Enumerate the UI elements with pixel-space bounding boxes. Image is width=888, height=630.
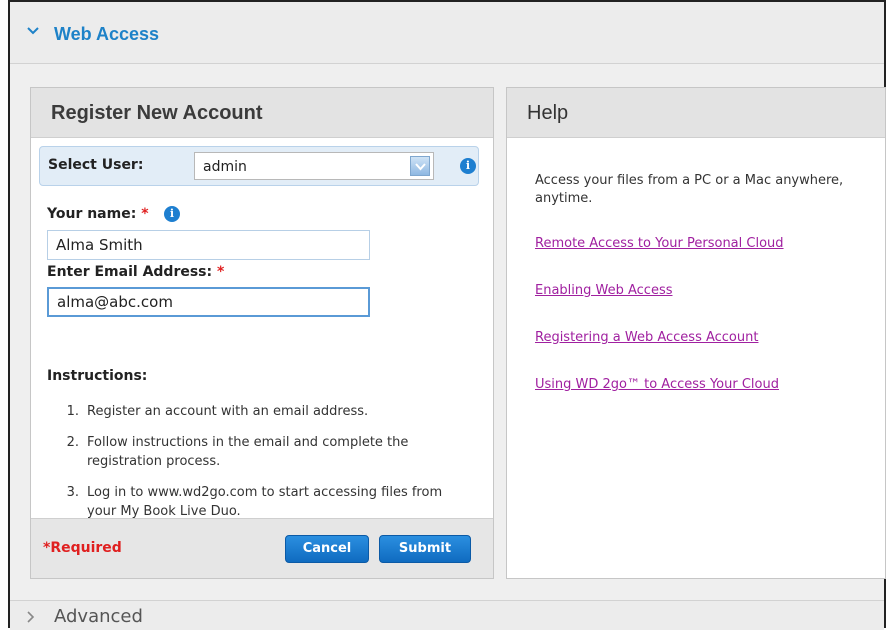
name-label-text: Your name: [47, 206, 137, 222]
advanced-title: Advanced [54, 606, 143, 627]
select-user-label: Select User: [48, 157, 144, 173]
dropdown-arrow-button[interactable] [410, 156, 430, 176]
list-text: Log in to www.wd2go.com to start accessi… [87, 485, 443, 519]
info-icon[interactable]: i [460, 158, 476, 174]
name-input[interactable] [47, 230, 370, 260]
info-icon[interactable]: i [164, 206, 180, 222]
register-footer: *Required Cancel Submit [31, 518, 493, 578]
required-note: *Required [43, 540, 122, 556]
section-title: Web Access [54, 24, 160, 44]
list-item: 2. Follow instructions in the email and … [61, 433, 471, 471]
select-user-row: Select User: admin i [39, 146, 479, 186]
required-asterisk: * [216, 264, 225, 280]
web-access-header[interactable]: Web Access [10, 2, 884, 64]
register-heading: Register New Account [31, 88, 493, 138]
list-item: 1. Register an account with an email add… [61, 402, 471, 421]
email-label: Enter Email Address: * [47, 264, 224, 280]
email-label-text: Enter Email Address: [47, 264, 213, 280]
list-number: 3. [66, 485, 79, 500]
chevron-right-icon [27, 611, 35, 623]
email-input[interactable] [47, 287, 370, 317]
help-link-enabling-web-access[interactable]: Enabling Web Access [535, 283, 673, 298]
help-link-wd2go[interactable]: Using WD 2go™ to Access Your Cloud [535, 377, 779, 392]
help-heading: Help [507, 88, 885, 138]
name-label: Your name: * [47, 206, 149, 222]
app-frame: Web Access Register New Account Select U… [8, 0, 886, 630]
submit-button[interactable]: Submit [379, 535, 471, 563]
help-panel: Help Access your files from a PC or a Ma… [506, 87, 886, 579]
instructions-list: 1. Register an account with an email add… [61, 402, 471, 533]
required-asterisk: * [141, 206, 149, 222]
select-user-dropdown[interactable]: admin [194, 152, 434, 180]
list-item: 3. Log in to www.wd2go.com to start acce… [61, 483, 471, 521]
list-text: Register an account with an email addres… [87, 404, 369, 419]
instructions-title: Instructions: [47, 368, 148, 384]
select-user-value: admin [203, 159, 247, 175]
list-number: 1. [66, 404, 79, 419]
list-text: Follow instructions in the email and com… [87, 435, 409, 469]
chevron-down-icon [415, 163, 426, 171]
chevron-down-icon [27, 27, 39, 35]
list-number: 2. [66, 435, 79, 450]
help-link-registering-account[interactable]: Registering a Web Access Account [535, 330, 758, 345]
cancel-button[interactable]: Cancel [285, 535, 369, 563]
help-description: Access your files from a PC or a Mac any… [535, 173, 844, 206]
help-link-remote-access[interactable]: Remote Access to Your Personal Cloud [535, 236, 784, 251]
advanced-header[interactable]: Advanced [10, 600, 884, 630]
register-panel: Register New Account Select User: admin … [30, 87, 494, 579]
